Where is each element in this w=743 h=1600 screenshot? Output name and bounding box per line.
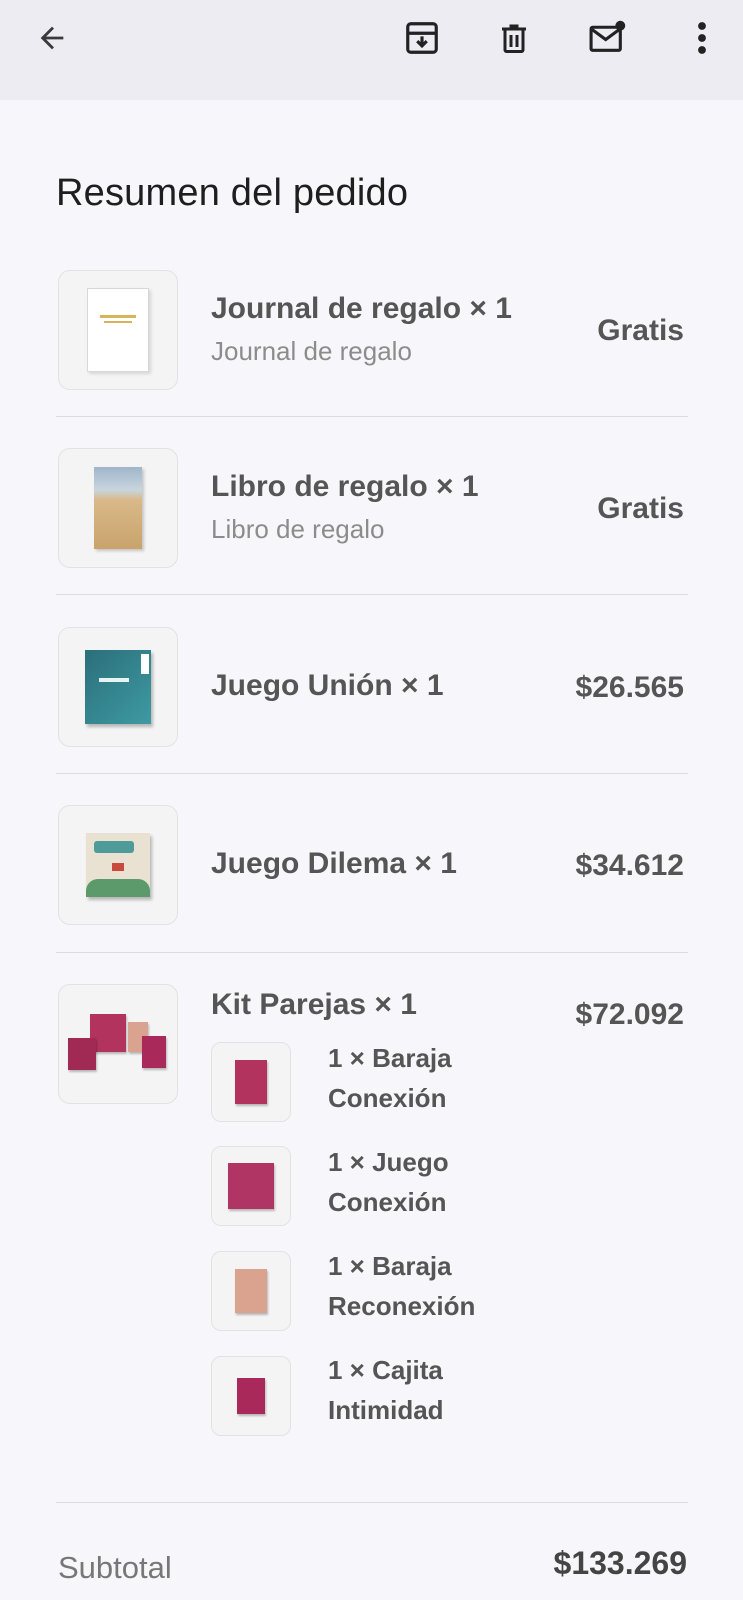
component-line-2: Conexión [328, 1187, 447, 1217]
item-subtitle: Libro de regalo [211, 514, 385, 544]
kit-parejas-thumbnail [58, 984, 178, 1104]
item-price: $26.565 [575, 671, 684, 704]
order-item-kit-parejas[interactable]: Kit Parejas × 1 $72.092 1 × Baraja Conex… [56, 984, 688, 1444]
kit-component: 1 × Juego Conexión [328, 1142, 528, 1222]
libro-thumbnail [58, 448, 178, 568]
divider [56, 952, 688, 953]
arrow-left-icon [40, 26, 64, 50]
component-thumbnail [211, 1042, 291, 1122]
subtotal-value: $133.269 [553, 1545, 687, 1581]
component-line-2: Reconexión [328, 1291, 476, 1321]
journal-thumbnail [58, 270, 178, 390]
more-options-button[interactable] [680, 16, 724, 60]
component-line-1: 1 × Baraja [328, 1251, 452, 1281]
component-line-1: 1 × Cajita [328, 1355, 443, 1385]
component-line-1: 1 × Juego [328, 1147, 449, 1177]
order-item-union[interactable]: Juego Unión × 1 $26.565 [56, 627, 688, 747]
subtotal-label: Subtotal [58, 1550, 172, 1585]
order-item-dilema[interactable]: Juego Dilema × 1 $34.612 [56, 805, 688, 925]
item-name: Journal de regalo × 1 [211, 292, 512, 325]
item-name: Juego Dilema × 1 [211, 847, 457, 880]
component-line-2: Conexión [328, 1083, 447, 1113]
app-bar [0, 0, 743, 100]
kit-component: 1 × Baraja Reconexión [328, 1246, 528, 1326]
order-item-journal[interactable]: Journal de regalo × 1 Journal de regalo … [56, 270, 688, 390]
divider [56, 416, 688, 417]
component-thumbnail [211, 1356, 291, 1436]
item-price: $34.612 [575, 849, 684, 882]
kit-component: 1 × Cajita Intimidad [328, 1350, 528, 1430]
union-thumbnail [58, 627, 178, 747]
kit-component: 1 × Baraja Conexión [328, 1038, 528, 1118]
item-price: Gratis [597, 492, 684, 525]
component-line-1: 1 × Baraja [328, 1043, 452, 1073]
back-button[interactable] [30, 16, 74, 60]
item-name: Juego Unión × 1 [211, 669, 444, 702]
divider [56, 773, 688, 774]
mark-unread-button[interactable] [586, 16, 630, 60]
trash-icon [502, 24, 526, 53]
divider [56, 1502, 688, 1503]
archive-icon [406, 22, 438, 54]
order-summary-title: Resumen del pedido [56, 172, 409, 214]
delete-button[interactable] [492, 16, 536, 60]
order-item-libro[interactable]: Libro de regalo × 1 Libro de regalo Grat… [56, 448, 688, 568]
component-thumbnail [211, 1251, 291, 1331]
item-name: Libro de regalo × 1 [211, 470, 479, 503]
component-line-2: Intimidad [328, 1395, 444, 1425]
archive-button[interactable] [400, 16, 444, 60]
item-price: Gratis [597, 314, 684, 347]
component-thumbnail [211, 1146, 291, 1226]
item-price: $72.092 [575, 998, 684, 1031]
dilema-thumbnail [58, 805, 178, 925]
more-vert-icon [698, 22, 706, 54]
item-name: Kit Parejas × 1 [211, 988, 417, 1021]
item-subtitle: Journal de regalo [211, 336, 412, 366]
divider [56, 594, 688, 595]
mail-unread-icon [589, 20, 626, 52]
